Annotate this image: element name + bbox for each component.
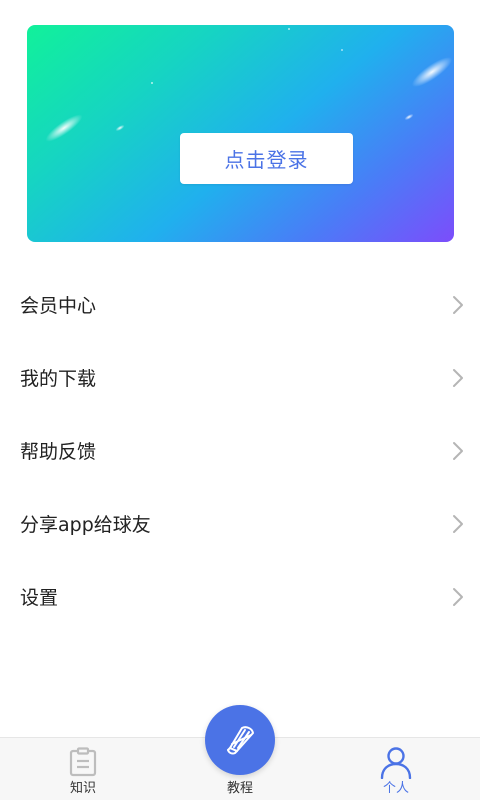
tab-knowledge-label: 知识 xyxy=(69,781,96,796)
menu-item-member-center[interactable]: 会员中心 xyxy=(0,268,480,341)
tab-tutorial-label: 教程 xyxy=(226,781,253,796)
menu-item-label: 会员中心 xyxy=(20,295,97,317)
clipboard-icon xyxy=(69,747,97,777)
tab-knowledge[interactable]: 知识 xyxy=(33,738,133,800)
settings-menu: 会员中心 我的下载 帮助反馈 分享app给球友 设置 xyxy=(0,268,480,633)
menu-item-my-downloads[interactable]: 我的下载 xyxy=(0,341,480,414)
tutorial-fab-button[interactable] xyxy=(205,705,275,775)
chevron-right-icon xyxy=(453,295,463,314)
chevron-right-icon xyxy=(453,587,463,606)
menu-item-label: 帮助反馈 xyxy=(20,441,97,463)
menu-item-label: 分享app给球友 xyxy=(20,514,151,536)
login-button[interactable]: 点击登录 xyxy=(180,133,353,184)
chevron-right-icon xyxy=(453,368,463,387)
person-icon xyxy=(380,747,412,779)
menu-item-help-feedback[interactable]: 帮助反馈 xyxy=(0,414,480,487)
shuttlecock-icon xyxy=(227,726,254,755)
menu-item-share-app[interactable]: 分享app给球友 xyxy=(0,487,480,560)
tab-personal-label: 个人 xyxy=(382,781,409,796)
chevron-right-icon xyxy=(453,441,463,460)
menu-item-settings[interactable]: 设置 xyxy=(0,560,480,633)
personal-page: 点击登录 会员中心 我的下载 帮助反馈 分享app给球友 设置 知识 教程 个人 xyxy=(0,0,480,800)
profile-banner: 点击登录 xyxy=(27,25,454,242)
menu-item-label: 我的下载 xyxy=(20,368,97,390)
tab-personal[interactable]: 个人 xyxy=(346,738,446,800)
menu-item-label: 设置 xyxy=(20,587,59,609)
chevron-right-icon xyxy=(453,514,463,533)
